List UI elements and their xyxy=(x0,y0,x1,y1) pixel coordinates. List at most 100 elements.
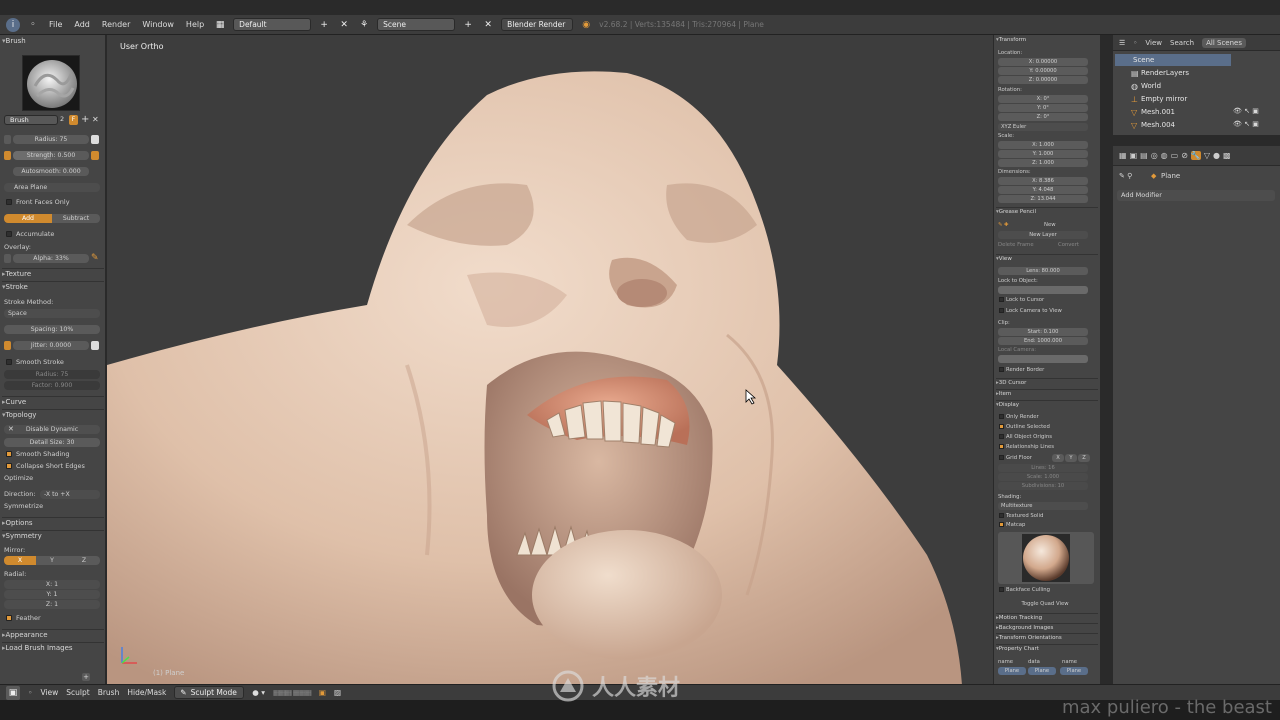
modifiers-tab-icon[interactable]: 🔧 xyxy=(1190,151,1201,160)
stroke-method-select[interactable]: Space xyxy=(4,309,100,318)
collapse-short-checkbox[interactable] xyxy=(6,463,12,469)
radius-pressure-icon[interactable] xyxy=(91,135,99,144)
radial-x-field[interactable]: X: 1 xyxy=(4,580,100,589)
disable-dynamic-button[interactable]: Disable Dynamic xyxy=(4,425,100,434)
screen-layout-field[interactable]: Default xyxy=(233,18,312,31)
item-header[interactable]: Item xyxy=(996,389,1098,398)
grid-subdivisions-field[interactable]: Subdivisions: 10 xyxy=(998,482,1088,490)
outliner-item-scene[interactable]: Scene xyxy=(1115,54,1231,66)
visibility-eye-icon[interactable]: 👁 ↖ ▣ xyxy=(1233,107,1259,115)
unlink-brush-icon[interactable]: ✕ xyxy=(92,115,99,124)
motion-tracking-header[interactable]: Motion Tracking xyxy=(996,613,1098,622)
render-tab-icon[interactable]: ▣ xyxy=(1130,151,1138,160)
outliner-display-select[interactable]: All Scenes xyxy=(1202,37,1247,48)
outliner-item-mesh001[interactable]: Mesh.001 xyxy=(1141,106,1280,118)
radial-y-field[interactable]: Y: 1 xyxy=(4,590,100,599)
menu-window[interactable]: Window xyxy=(139,20,177,29)
dimension-z-field[interactable]: Z: 13.044 xyxy=(998,195,1088,203)
direction-select[interactable]: -X to +X xyxy=(40,490,100,499)
appearance-panel-header[interactable]: Appearance xyxy=(2,629,104,640)
scale-y-field[interactable]: Y: 1.000 xyxy=(998,150,1088,158)
grid-floor-checkbox[interactable] xyxy=(999,455,1004,460)
outliner-view-menu[interactable]: View xyxy=(1145,39,1162,47)
layer-buttons-icon[interactable]: ▦▦▦ ▦▦▦ xyxy=(273,688,312,697)
layers-tab-icon[interactable]: ▤ xyxy=(1140,151,1148,160)
only-render-checkbox[interactable] xyxy=(999,414,1004,419)
mirror-y-button[interactable]: Y xyxy=(36,556,68,565)
fake-user-button[interactable]: F xyxy=(69,115,78,125)
matcap-checkbox[interactable] xyxy=(999,522,1004,527)
rotation-x-field[interactable]: X: 0° xyxy=(998,95,1088,103)
rotation-z-field[interactable]: Z: 0° xyxy=(998,113,1088,121)
render-border-checkbox[interactable] xyxy=(999,367,1004,372)
screen-layout-icon[interactable]: ▦ xyxy=(213,18,227,32)
optimize-button[interactable]: Optimize xyxy=(4,474,102,483)
lock-cursor-checkbox[interactable] xyxy=(999,297,1004,302)
menu-file[interactable]: File xyxy=(46,20,65,29)
menu-add[interactable]: Add xyxy=(71,20,93,29)
overlay-icon[interactable] xyxy=(4,254,11,263)
detail-size-slider[interactable]: Detail Size: 30 xyxy=(4,438,100,447)
mode-select[interactable]: ✎ Sculpt Mode xyxy=(174,686,245,699)
3d-viewport[interactable]: User Ortho (1) Plane xyxy=(107,35,993,685)
grid-y-toggle[interactable]: Y xyxy=(1065,454,1077,462)
load-brush-images-header[interactable]: Load Brush Images xyxy=(2,642,104,653)
strength-slider[interactable]: Strength: 0.500 xyxy=(13,151,89,160)
camera-icon[interactable]: ▨ xyxy=(334,688,341,697)
menu-sculpt[interactable]: Sculpt xyxy=(66,688,89,697)
jitter-pressure-icon[interactable] xyxy=(91,341,99,350)
menu-toggle-icon-3d[interactable]: ◦ xyxy=(28,688,32,697)
local-camera-field[interactable] xyxy=(998,355,1088,363)
backface-culling-checkbox[interactable] xyxy=(999,587,1004,592)
mirror-z-button[interactable]: Z xyxy=(68,556,100,565)
relationship-lines-checkbox[interactable] xyxy=(999,444,1004,449)
location-z-field[interactable]: Z: 0.00000 xyxy=(998,76,1088,84)
feather-checkbox[interactable] xyxy=(6,615,12,621)
symmetrize-button[interactable]: Symmetrize xyxy=(4,502,102,511)
grid-z-toggle[interactable]: Z xyxy=(1078,454,1090,462)
alpha-slider[interactable]: Alpha: 33% xyxy=(13,254,89,263)
autosmooth-slider[interactable]: Autosmooth: 0.000 xyxy=(13,167,89,176)
display-header[interactable]: Display xyxy=(996,400,1098,409)
matcap-preview[interactable] xyxy=(998,532,1094,584)
subtract-button[interactable]: Subtract xyxy=(52,214,100,223)
mirror-x-button[interactable]: X xyxy=(4,556,36,565)
scale-x-field[interactable]: X: 1.000 xyxy=(998,141,1088,149)
editor-type-icon[interactable]: i xyxy=(6,17,20,32)
menu-render[interactable]: Render xyxy=(99,20,133,29)
outliner-item-empty-mirror[interactable]: Empty mirror xyxy=(1141,93,1280,105)
radius-slider[interactable]: Radius: 75 xyxy=(13,135,89,144)
new-layer-button[interactable]: New Layer xyxy=(998,231,1088,239)
chart-cell-2[interactable]: Plane xyxy=(1028,667,1056,675)
3d-cursor-header[interactable]: 3D Cursor xyxy=(996,378,1098,387)
radial-z-field[interactable]: Z: 1 xyxy=(4,600,100,609)
smooth-stroke-checkbox[interactable] xyxy=(6,359,12,365)
dimension-y-field[interactable]: Y: 4.048 xyxy=(998,186,1088,194)
jitter-slider[interactable]: Jitter: 0.0000 xyxy=(13,341,89,350)
all-origins-checkbox[interactable] xyxy=(999,434,1004,439)
texture-panel-header[interactable]: Texture xyxy=(2,268,104,279)
pin-icon[interactable]: ✎ ⚲ xyxy=(1119,172,1132,180)
clip-end-field[interactable]: End: 1000.000 xyxy=(998,337,1088,345)
grid-scale-field[interactable]: Scale: 1.000 xyxy=(998,473,1088,481)
menu-hide-mask[interactable]: Hide/Mask xyxy=(127,688,166,697)
grease-pencil-header[interactable]: Grease Pencil xyxy=(996,207,1098,216)
view-panel-header[interactable]: View xyxy=(996,254,1098,263)
dimension-x-field[interactable]: X: 8.386 xyxy=(998,177,1088,185)
shading-select[interactable]: Multitexture xyxy=(998,502,1088,510)
stroke-panel-header[interactable]: Stroke xyxy=(2,281,104,292)
new-brush-icon[interactable]: + xyxy=(81,114,89,125)
clip-start-field[interactable]: Start: 0.100 xyxy=(998,328,1088,336)
location-x-field[interactable]: X: 0.00000 xyxy=(998,58,1088,66)
brush-preview[interactable] xyxy=(22,55,80,111)
outliner-filter-icon[interactable]: ◦ xyxy=(1133,39,1137,47)
toggle-quad-view-button[interactable]: Toggle Quad View xyxy=(998,600,1092,608)
world-tab-icon[interactable]: ◍ xyxy=(1161,151,1168,160)
options-panel-header[interactable]: Options xyxy=(2,517,104,528)
accumulate-checkbox[interactable] xyxy=(6,231,12,237)
rotation-y-field[interactable]: Y: 0° xyxy=(998,104,1088,112)
transform-panel-header[interactable]: Transform xyxy=(996,36,1098,45)
chart-cell-3[interactable]: Plane xyxy=(1060,667,1088,675)
render-preview-icon[interactable]: ▣ xyxy=(319,688,326,697)
brush-panel-header[interactable]: Brush xyxy=(2,36,104,47)
